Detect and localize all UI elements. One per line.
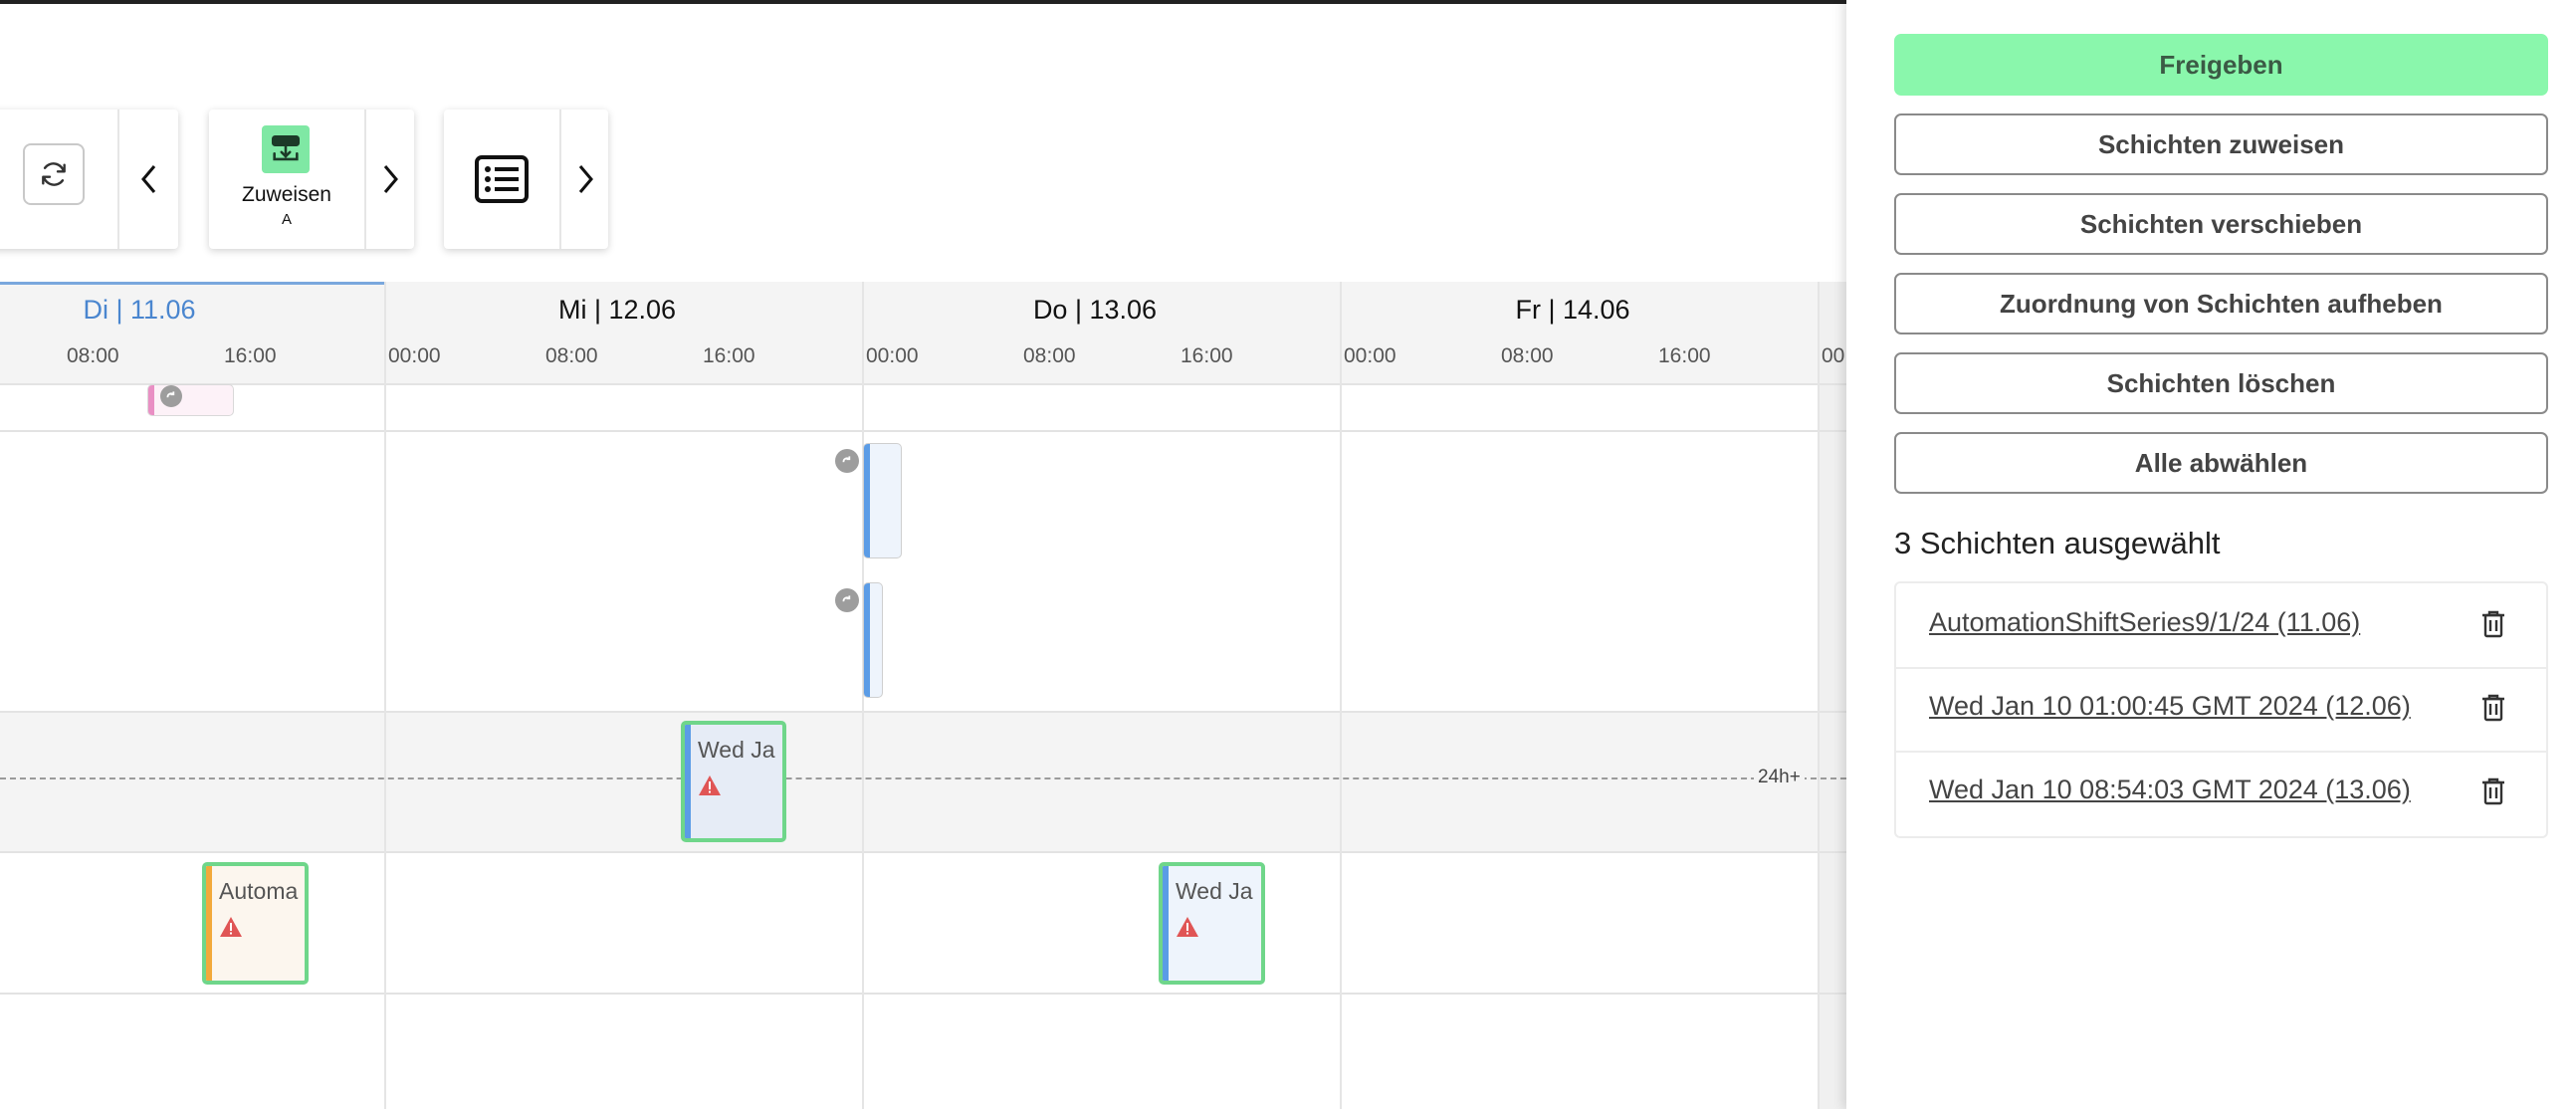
bulk-action-panel: Freigeben Schichten zuweisen Schichten v… [1846,0,2576,1109]
row-divider [0,383,1846,385]
day-label-tue: Di | 11.06 [83,295,196,325]
assign-sublabel: A [281,211,292,228]
selected-shift[interactable]: Wed Ja [681,721,786,842]
assign-button[interactable]: Zuweisen A [209,110,364,249]
shift-block[interactable] [863,582,883,698]
day-divider [1340,282,1342,1109]
shift-label: Wed Ja [1176,878,1253,904]
selected-shifts-list: AutomationShiftSeries9/1/24 (11.06) Wed … [1894,581,2548,838]
hour-label: 08:00 [545,344,598,367]
unassign-shifts-button[interactable]: Zuordnung von Schichten aufheben [1894,273,2548,334]
hour-label: 08:00 [67,344,119,367]
deselect-all-button[interactable]: Alle abwählen [1894,432,2548,494]
assign-next-button[interactable] [366,110,414,249]
hour-label: 00:00 [1344,344,1396,367]
current-day-indicator [0,282,384,285]
day-label-fri: Fr | 14.06 [1515,295,1630,325]
selected-shift-link[interactable]: Wed Jan 10 08:54:03 GMT 2024 (13.06) [1929,775,2411,805]
trash-icon[interactable] [2479,609,2507,639]
overtime-line [0,777,1846,779]
chevron-right-icon [578,165,593,193]
shift-label: Wed Ja [698,737,775,763]
refresh-icon [42,162,66,186]
hour-label: 16:00 [1181,344,1233,367]
hour-label: 16:00 [703,344,755,367]
release-button[interactable]: Freigeben [1894,34,2548,96]
hour-label: 00:00 [866,344,919,367]
selected-shift-item: AutomationShiftSeries9/1/24 (11.06) [1896,583,2546,669]
shift-label: Automa [219,878,299,904]
hour-label: 08:00 [1501,344,1554,367]
selected-count-title: 3 Schichten ausgewählt [1894,526,2221,560]
day-label-wed: Mi | 12.06 [557,295,677,325]
selected-shift-item: Wed Jan 10 08:54:03 GMT 2024 (13.06) [1896,751,2546,834]
overtime-tag: 24h+ [1754,767,1805,788]
selected-shift[interactable]: Wed Ja [1159,862,1265,985]
warning-icon [699,776,721,795]
row-divider [0,430,1846,432]
repeat-icon [160,385,182,407]
shift-block[interactable] [863,443,902,558]
assign-icon [262,125,310,173]
row-divider [0,993,1846,995]
next-day-column [1818,282,1846,1109]
list-group [444,110,608,249]
chevron-right-icon [383,165,398,193]
assign-shifts-button[interactable]: Schichten zuweisen [1894,113,2548,175]
shift-block[interactable] [147,384,234,416]
selected-shift[interactable]: Automa [202,862,309,985]
day-label-thu: Do | 13.06 [1032,295,1158,325]
hour-label: 00 [1822,344,1845,367]
refresh-nav-group [0,110,178,249]
selected-shift-link[interactable]: Wed Jan 10 01:00:45 GMT 2024 (12.06) [1929,691,2411,722]
list-icon [475,155,529,203]
move-shifts-button[interactable]: Schichten verschieben [1894,193,2548,255]
calendar-row-highlighted [0,711,1846,851]
trash-icon[interactable] [2479,776,2507,806]
refresh-button[interactable] [23,143,85,205]
selected-shift-item: Wed Jan 10 01:00:45 GMT 2024 (12.06) [1896,667,2546,753]
warning-icon [220,917,242,937]
assign-label: Zuweisen [242,183,331,206]
row-divider [0,851,1846,853]
chevron-left-icon [140,165,155,193]
hour-label: 16:00 [224,344,277,367]
selected-shift-link[interactable]: AutomationShiftSeries9/1/24 (11.06) [1929,607,2360,638]
prev-button[interactable] [119,110,178,249]
repeat-icon [835,588,859,612]
top-border [0,0,1846,4]
list-view-button[interactable] [444,110,559,249]
warning-icon [1177,917,1198,937]
day-divider [1818,282,1820,1109]
hour-label: 08:00 [1023,344,1076,367]
trash-icon[interactable] [2479,693,2507,723]
hour-label: 16:00 [1658,344,1711,367]
repeat-icon [835,449,859,473]
day-divider [384,282,386,1109]
list-next-button[interactable] [561,110,608,249]
row-divider [0,711,1846,713]
hour-label: 00:00 [388,344,441,367]
assign-group: Zuweisen A [209,110,414,249]
delete-shifts-button[interactable]: Schichten löschen [1894,352,2548,414]
